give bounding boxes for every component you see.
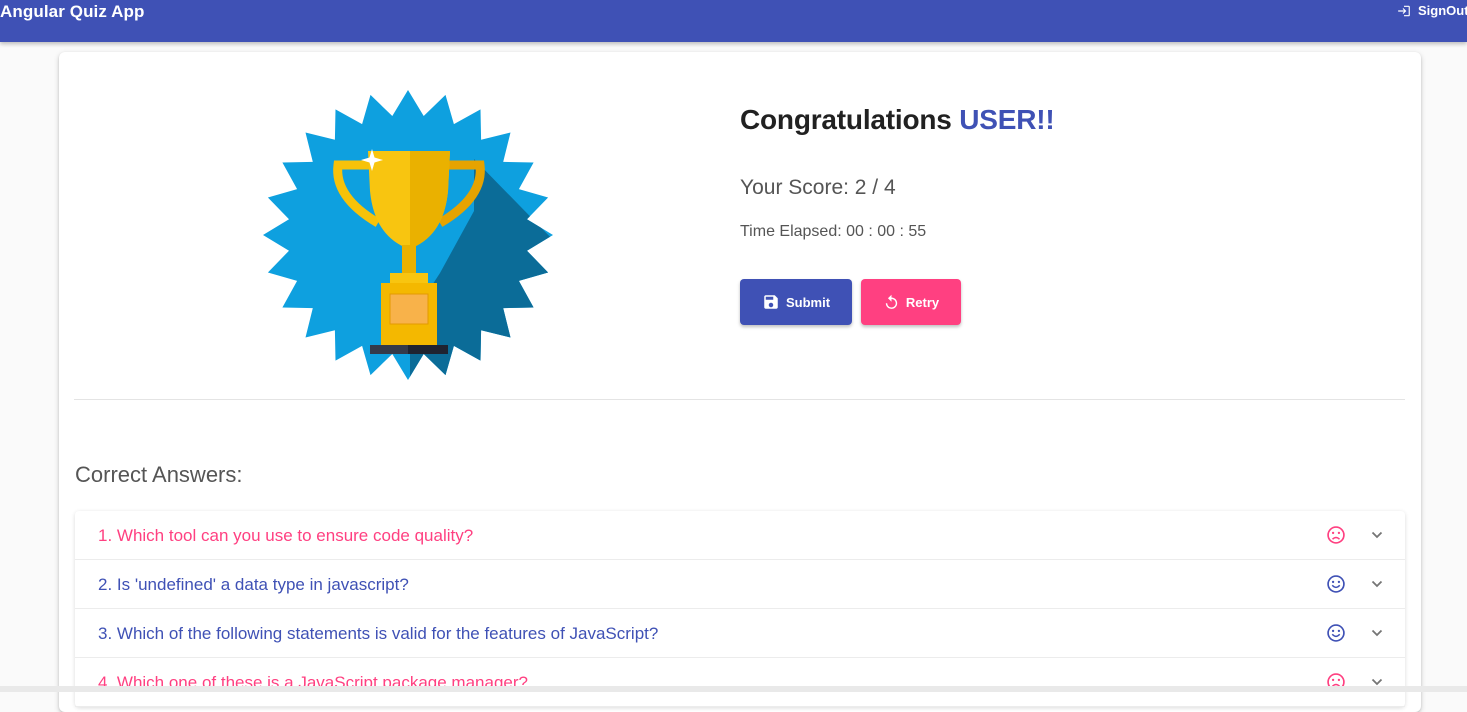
chevron-down-icon[interactable] (1371, 530, 1383, 540)
smile-face-icon (1327, 575, 1345, 593)
answer-question: 2. Is 'undefined' a data type in javascr… (98, 575, 409, 594)
answer-question: 3. Which of the following statements is … (98, 624, 659, 643)
answer-question: 1. Which tool can you use to ensure code… (98, 526, 474, 545)
answers-accordion: 1. Which tool can you use to ensure code… (75, 511, 1405, 707)
answer-panel-3[interactable]: 3. Which of the following statements is … (75, 609, 1405, 658)
answer-panel-4[interactable]: 4. Which one of these is a JavaScript pa… (75, 658, 1405, 707)
time-elapsed-text: Time Elapsed: 00 : 00 : 55 (740, 223, 927, 240)
retry-label: Retry (905, 294, 940, 310)
refresh-icon (885, 294, 898, 309)
submit-label: Submit (785, 294, 831, 310)
save-icon (764, 295, 778, 309)
congrats-heading: Congratulations USER!! (740, 104, 1055, 136)
congrats-prefix: Congratulations (740, 104, 960, 135)
trophy-pedestal-dark (408, 345, 448, 354)
correct-answers-heading: Correct Answers: (75, 462, 243, 487)
retry-button[interactable]: Retry (861, 279, 961, 325)
app-title: Angular Quiz App (0, 2, 145, 21)
section-divider (74, 399, 1405, 400)
score-text: Your Score: 2 / 4 (740, 176, 896, 199)
user-name: USER!! (959, 104, 1055, 135)
chevron-down-icon[interactable] (1371, 628, 1383, 638)
result-card: Congratulations USER!! Your Score: 2 / 4… (59, 52, 1421, 712)
trophy-plate (389, 293, 429, 325)
answer-panel-2[interactable]: 2. Is 'undefined' a data type in javascr… (75, 560, 1405, 609)
login-icon (1398, 5, 1410, 17)
sad-face-icon (1327, 526, 1345, 544)
submit-button[interactable]: Submit (740, 279, 852, 325)
answer-panel-1[interactable]: 1. Which tool can you use to ensure code… (75, 511, 1405, 560)
window-bottom-edge (0, 686, 1467, 692)
signout-label: SignOut (1418, 3, 1467, 18)
trophy-badge-icon (263, 90, 553, 380)
trophy-stem (402, 245, 416, 275)
smile-face-icon (1327, 624, 1345, 642)
trophy-neck (390, 273, 428, 283)
chevron-down-icon[interactable] (1371, 579, 1383, 589)
signout-button[interactable]: SignOut (1397, 2, 1467, 20)
app-toolbar: Angular Quiz App SignOut (0, 0, 1467, 42)
